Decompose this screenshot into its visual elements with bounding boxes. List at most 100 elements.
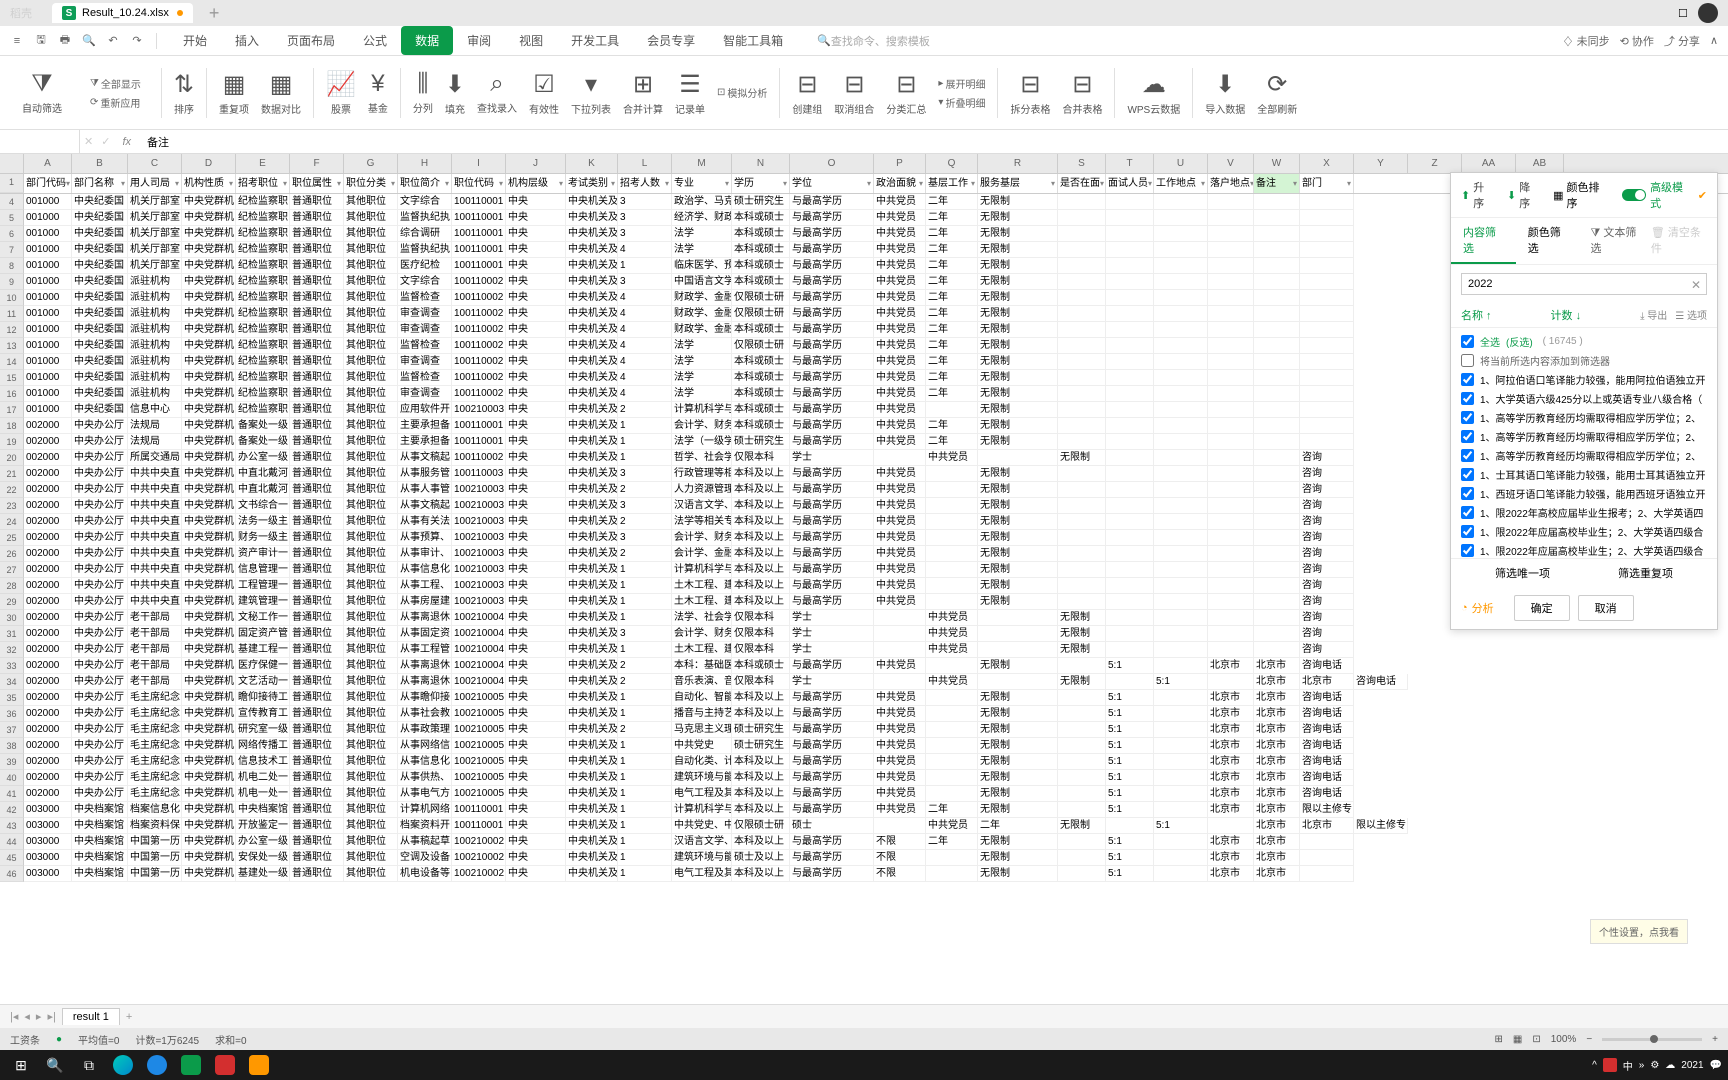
data-cell[interactable]: 机关厅部室: [128, 194, 182, 210]
data-cell[interactable]: [1154, 290, 1208, 306]
data-cell[interactable]: 机关厅部室: [128, 210, 182, 226]
data-cell[interactable]: 中央机关及: [566, 194, 618, 210]
data-cell[interactable]: 咨询电话: [1300, 722, 1354, 738]
data-cell[interactable]: [1058, 594, 1106, 610]
data-cell[interactable]: 中央办公厅: [72, 578, 128, 594]
data-cell[interactable]: 002000: [24, 610, 72, 626]
data-cell[interactable]: 本科或硕士: [732, 274, 790, 290]
data-cell[interactable]: [874, 450, 926, 466]
sort-asc-button[interactable]: ⬆升序: [1461, 179, 1495, 211]
data-cell[interactable]: 中央党群机: [182, 450, 236, 466]
data-cell[interactable]: 普通职位: [290, 418, 344, 434]
data-cell[interactable]: 与最高学历: [790, 322, 874, 338]
data-cell[interactable]: 纪检监察职: [236, 386, 290, 402]
data-cell[interactable]: 中央办公厅: [72, 626, 128, 642]
data-cell[interactable]: 咨询: [1300, 562, 1354, 578]
data-cell[interactable]: 派驻机构: [128, 274, 182, 290]
data-cell[interactable]: 100110001: [452, 802, 506, 818]
data-cell[interactable]: 机关厅部室: [128, 242, 182, 258]
data-cell[interactable]: 中央党群机: [182, 466, 236, 482]
data-cell[interactable]: 中央机关及: [566, 850, 618, 866]
data-cell[interactable]: [1254, 258, 1300, 274]
data-cell[interactable]: 其他职位: [344, 354, 398, 370]
data-cell[interactable]: 信息管理一: [236, 562, 290, 578]
data-cell[interactable]: 北京市: [1208, 722, 1254, 738]
data-cell[interactable]: 从事信息化: [398, 754, 452, 770]
row-header[interactable]: 6: [0, 226, 24, 242]
sort-button[interactable]: ⇅排序: [170, 68, 198, 118]
data-cell[interactable]: [1106, 626, 1154, 642]
filter-header-cell[interactable]: 落户地点▾: [1208, 174, 1254, 193]
data-cell[interactable]: [1058, 690, 1106, 706]
data-cell[interactable]: 二年: [926, 434, 978, 450]
data-cell[interactable]: 文艺活动一: [236, 674, 290, 690]
data-cell[interactable]: [1106, 610, 1154, 626]
data-cell[interactable]: 中央机关及: [566, 514, 618, 530]
data-cell[interactable]: [1154, 578, 1208, 594]
save-icon[interactable]: 🖫: [32, 32, 50, 50]
data-cell[interactable]: 仅限本科: [732, 450, 790, 466]
data-cell[interactable]: 无限制: [978, 210, 1058, 226]
data-cell[interactable]: 档案信息化: [128, 802, 182, 818]
data-cell[interactable]: 其他职位: [344, 290, 398, 306]
filter-dropdown-icon[interactable]: ▾: [121, 174, 125, 193]
row-header[interactable]: 23: [0, 498, 24, 514]
data-cell[interactable]: 中央机关及: [566, 306, 618, 322]
data-cell[interactable]: 从事信息化: [398, 562, 452, 578]
data-cell[interactable]: [926, 786, 978, 802]
filter-dropdown-icon[interactable]: ▾: [1148, 174, 1152, 193]
filter-item-checkbox[interactable]: [1461, 487, 1474, 500]
data-cell[interactable]: 其他职位: [344, 434, 398, 450]
data-cell[interactable]: 中央办公厅: [72, 546, 128, 562]
add-current-checkbox[interactable]: [1461, 354, 1474, 367]
data-cell[interactable]: 中央办公厅: [72, 498, 128, 514]
data-cell[interactable]: 中央: [506, 722, 566, 738]
data-cell[interactable]: 本科或硕士: [732, 418, 790, 434]
data-cell[interactable]: 从事离退休: [398, 674, 452, 690]
data-cell[interactable]: 从事离退休: [398, 610, 452, 626]
filter-item[interactable]: 1、士耳其语口笔译能力较强，能用士耳其语独立开: [1461, 465, 1707, 484]
data-cell[interactable]: 5:1: [1106, 754, 1154, 770]
record-button[interactable]: ☰记录单: [671, 68, 709, 118]
data-cell[interactable]: 其他职位: [344, 834, 398, 850]
data-cell[interactable]: 咨询: [1300, 578, 1354, 594]
data-cell[interactable]: [1058, 226, 1106, 242]
data-cell[interactable]: 备案处一级: [236, 434, 290, 450]
data-cell[interactable]: 监督执纪执: [398, 242, 452, 258]
data-cell[interactable]: [926, 722, 978, 738]
data-cell[interactable]: [1208, 354, 1254, 370]
data-cell[interactable]: 100210003: [452, 530, 506, 546]
data-cell[interactable]: 中央办公厅: [72, 770, 128, 786]
subtotal-button[interactable]: ⊟分类汇总: [882, 68, 930, 118]
data-cell[interactable]: 二年: [926, 834, 978, 850]
analyze-button[interactable]: ◔分析: [1451, 594, 1504, 622]
data-cell[interactable]: 从事审计、: [398, 546, 452, 562]
data-cell[interactable]: [1300, 338, 1354, 354]
row-header[interactable]: 14: [0, 354, 24, 370]
data-cell[interactable]: 中央机关及: [566, 370, 618, 386]
row-header[interactable]: 42: [0, 802, 24, 818]
data-cell[interactable]: 毛主席纪念: [128, 690, 182, 706]
undo-icon[interactable]: ↶: [104, 32, 122, 50]
dedup-button[interactable]: ▦重复项: [215, 68, 253, 118]
row-header[interactable]: 27: [0, 562, 24, 578]
data-cell[interactable]: [1208, 610, 1254, 626]
filter-item[interactable]: 1、限2022年应届高校毕业生；2、大学英语四级合: [1461, 541, 1707, 558]
data-cell[interactable]: 中央机关及: [566, 354, 618, 370]
data-cell[interactable]: [926, 578, 978, 594]
data-cell[interactable]: [1154, 402, 1208, 418]
data-cell[interactable]: 临床医学、预: [672, 258, 732, 274]
data-cell[interactable]: 其他职位: [344, 546, 398, 562]
data-cell[interactable]: 1: [618, 434, 672, 450]
data-cell[interactable]: [1154, 754, 1208, 770]
filter-dropdown-icon[interactable]: ▾: [611, 174, 615, 193]
data-cell[interactable]: 二年: [926, 338, 978, 354]
row-header[interactable]: 44: [0, 834, 24, 850]
data-cell[interactable]: [1058, 802, 1106, 818]
compare-button[interactable]: ▦数据对比: [257, 68, 305, 118]
data-cell[interactable]: 北京市: [1208, 658, 1254, 674]
data-cell[interactable]: 其他职位: [344, 594, 398, 610]
data-cell[interactable]: 中共党员: [874, 338, 926, 354]
data-cell[interactable]: [1154, 850, 1208, 866]
data-cell[interactable]: [1254, 514, 1300, 530]
